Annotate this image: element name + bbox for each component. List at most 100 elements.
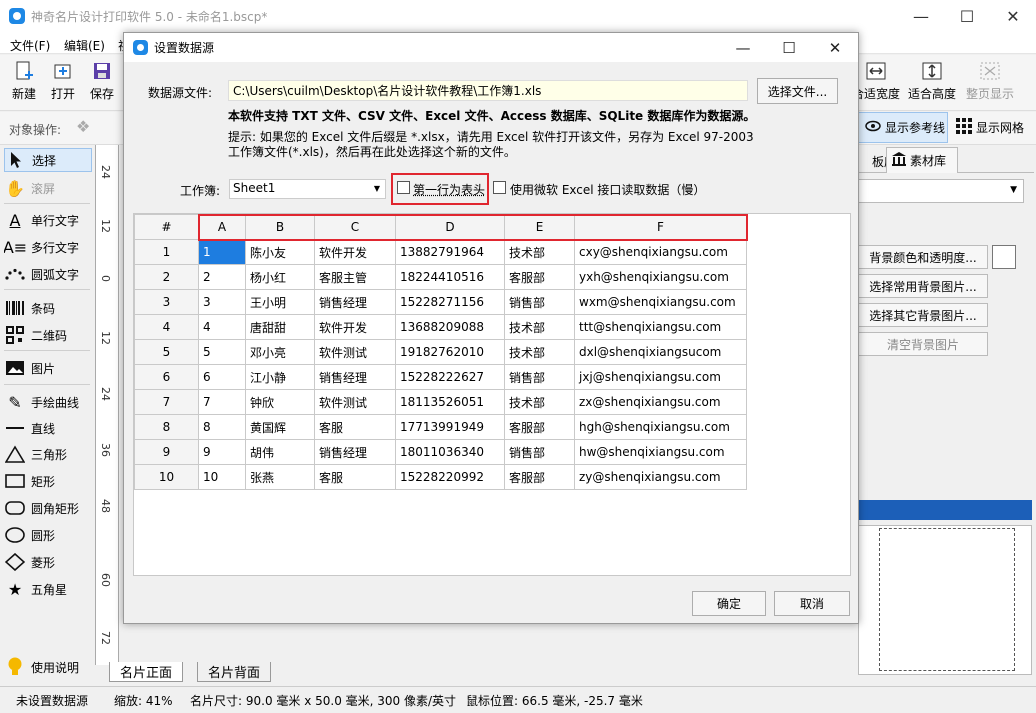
tab-card-back[interactable]: 名片背面 <box>197 662 272 682</box>
tool-multi-text[interactable]: A≡ 多行文字 <box>4 235 92 259</box>
tool-rounded-rect[interactable]: 圆角矩形 <box>4 496 92 520</box>
row-number[interactable]: 6 <box>134 364 199 390</box>
minimize-button[interactable]: — <box>898 0 944 32</box>
template-category-dropdown[interactable]: ▼ <box>858 179 1024 203</box>
table-row[interactable]: 5 5 邓小亮 软件测试 19182762010 技术部 dxl@shenqixiangsu… <box>134 339 747 365</box>
tool-scroll[interactable]: ✋ 滚屏 <box>4 176 92 200</box>
table-cell[interactable]: 9 <box>198 439 246 465</box>
fit-height-button[interactable]: 适合高度 <box>906 61 958 107</box>
table-cell[interactable]: 江小静 <box>245 364 315 390</box>
table-cell[interactable]: 唐甜甜 <box>245 314 315 340</box>
show-grid-toggle[interactable]: 显示网格 <box>952 112 1036 143</box>
table-cell[interactable]: 销售部 <box>504 289 575 315</box>
table-cell[interactable]: 软件开发 <box>314 314 396 340</box>
table-cell[interactable]: 13882791964 <box>395 239 505 265</box>
open-button[interactable]: 打开 <box>41 61 85 107</box>
table-row[interactable]: 1 1 陈小友 软件开发 13882791964 技术部 cxy@shenqixiangsu… <box>134 239 747 265</box>
dialog-minimize-button[interactable]: — <box>720 33 766 62</box>
close-button[interactable]: ✕ <box>990 0 1036 32</box>
fit-page-button[interactable]: 整页显示 <box>964 61 1016 107</box>
table-cell[interactable]: 15228222627 <box>395 364 505 390</box>
table-cell[interactable]: 软件开发 <box>314 239 396 265</box>
table-cell[interactable]: wxm@shenqixiangsu.com <box>574 289 747 315</box>
table-cell[interactable]: 张燕 <box>245 464 315 490</box>
cancel-button[interactable]: 取消 <box>774 591 850 616</box>
table-cell[interactable]: hw@shenqixiangsu.com <box>574 439 747 465</box>
row-number[interactable]: 1 <box>134 239 199 265</box>
table-cell[interactable]: 6 <box>198 364 246 390</box>
table-cell[interactable]: 1 <box>198 239 246 265</box>
row-number[interactable]: 5 <box>134 339 199 365</box>
table-cell[interactable]: 8 <box>198 414 246 440</box>
dialog-close-button[interactable]: ✕ <box>812 33 858 62</box>
new-button[interactable]: 新建 <box>2 61 46 107</box>
bg-color-button[interactable]: 背景颜色和透明度... <box>858 245 988 269</box>
table-cell[interactable]: 技术部 <box>504 314 575 340</box>
tool-barcode[interactable]: 条码 <box>4 296 92 320</box>
table-cell[interactable]: zy@shenqixiangsu.com <box>574 464 747 490</box>
table-row[interactable]: 8 8 黄国辉 客服 17713991949 客服部 hgh@shenqixiangsu.c… <box>134 414 747 440</box>
row-number[interactable]: 3 <box>134 289 199 315</box>
table-cell[interactable]: 技术部 <box>504 339 575 365</box>
table-row[interactable]: 6 6 江小静 销售经理 15228222627 销售部 jxj@shenqixiangsu… <box>134 364 747 390</box>
table-cell[interactable]: yxh@shenqixiangsu.com <box>574 264 747 290</box>
dialog-maximize-button[interactable]: ☐ <box>766 33 812 62</box>
table-cell[interactable]: 17713991949 <box>395 414 505 440</box>
tab-material-library[interactable]: 素材库 <box>886 147 958 173</box>
tool-qrcode[interactable]: 二维码 <box>4 323 92 347</box>
table-cell[interactable]: 黄国辉 <box>245 414 315 440</box>
tool-star[interactable]: ★ 五角星 <box>4 577 92 601</box>
table-cell[interactable]: 销售经理 <box>314 439 396 465</box>
table-cell[interactable]: 客服部 <box>504 264 575 290</box>
table-row[interactable]: 10 10 张燕 客服 15228220992 客服部 zy@shenqixiangsu.c… <box>134 464 747 490</box>
table-row[interactable]: 7 7 钟欣 软件测试 18113526051 技术部 zx@shenqixiangsu.c… <box>134 389 747 415</box>
table-cell[interactable]: 5 <box>198 339 246 365</box>
table-cell[interactable]: 杨小红 <box>245 264 315 290</box>
table-cell[interactable]: 销售部 <box>504 364 575 390</box>
show-guides-toggle[interactable]: 显示参考线 <box>858 112 948 143</box>
menu-file[interactable]: 文件(F) <box>10 37 50 54</box>
table-cell[interactable]: 18011036340 <box>395 439 505 465</box>
table-cell[interactable]: 胡伟 <box>245 439 315 465</box>
table-cell[interactable]: 客服部 <box>504 414 575 440</box>
bg-color-swatch[interactable] <box>992 245 1016 269</box>
maximize-button[interactable]: ☐ <box>944 0 990 32</box>
table-cell[interactable]: 王小明 <box>245 289 315 315</box>
row-number[interactable]: 10 <box>134 464 199 490</box>
use-ms-excel-checkbox[interactable] <box>493 181 506 194</box>
tool-arc-text[interactable]: 圆弧文字 <box>4 262 92 286</box>
table-cell[interactable]: hgh@shenqixiangsu.com <box>574 414 747 440</box>
row-number[interactable]: 9 <box>134 439 199 465</box>
table-cell[interactable]: 3 <box>198 289 246 315</box>
help-button[interactable]: 使用说明 <box>4 655 92 679</box>
table-cell[interactable]: jxj@shenqixiangsu.com <box>574 364 747 390</box>
bg-common-image-button[interactable]: 选择常用背景图片... <box>858 274 988 298</box>
tool-triangle[interactable]: 三角形 <box>4 442 92 466</box>
table-cell[interactable]: 18224410516 <box>395 264 505 290</box>
table-cell[interactable]: 客服部 <box>504 464 575 490</box>
row-number[interactable]: 2 <box>134 264 199 290</box>
choose-file-button[interactable]: 选择文件... <box>757 78 838 104</box>
table-cell[interactable]: 客服 <box>314 414 396 440</box>
table-cell[interactable]: 邓小亮 <box>245 339 315 365</box>
tool-rectangle[interactable]: 矩形 <box>4 469 92 493</box>
table-cell[interactable]: 13688209088 <box>395 314 505 340</box>
first-row-header-checkbox[interactable] <box>397 181 410 194</box>
table-row[interactable]: 3 3 王小明 销售经理 15228271156 销售部 wxm@shenqixiangsu… <box>134 289 747 315</box>
table-cell[interactable]: ttt@shenqixiangsu.com <box>574 314 747 340</box>
tool-select[interactable]: 选择 <box>4 148 92 172</box>
layers-icon[interactable]: ❖ <box>76 117 96 137</box>
tool-image[interactable]: 图片 <box>4 356 92 380</box>
ok-button[interactable]: 确定 <box>692 591 766 616</box>
table-cell[interactable]: 技术部 <box>504 389 575 415</box>
table-cell[interactable]: 软件测试 <box>314 389 396 415</box>
use-ms-excel-label[interactable]: 使用微软 Excel 接口读取数据（慢） <box>510 181 705 198</box>
tool-single-text[interactable]: A 单行文字 <box>4 208 92 232</box>
table-cell[interactable]: 技术部 <box>504 239 575 265</box>
table-cell[interactable]: 销售经理 <box>314 364 396 390</box>
table-row[interactable]: 4 4 唐甜甜 软件开发 13688209088 技术部 ttt@shenqixiangsu… <box>134 314 747 340</box>
clear-bg-image-button[interactable]: 清空背景图片 <box>858 332 988 356</box>
save-button[interactable]: 保存 <box>80 61 124 107</box>
table-cell[interactable]: 15228271156 <box>395 289 505 315</box>
table-cell[interactable]: 销售经理 <box>314 289 396 315</box>
